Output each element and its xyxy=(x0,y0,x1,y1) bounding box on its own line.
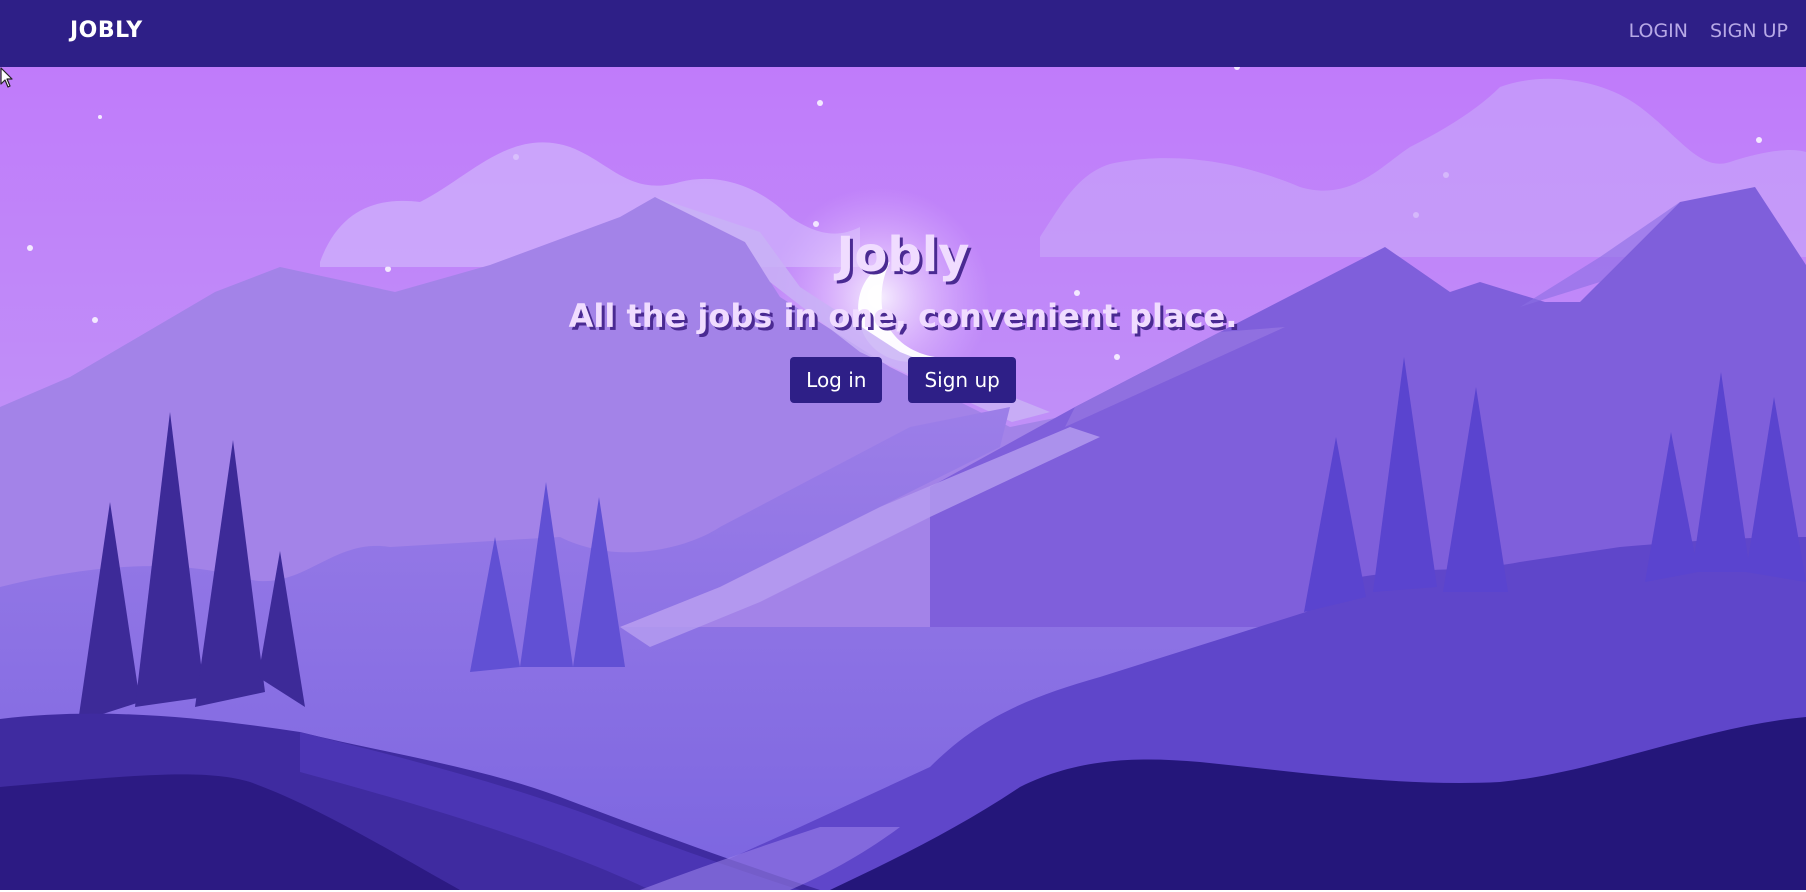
nav-links: LOGIN SIGN UP xyxy=(1629,20,1788,42)
signup-button[interactable]: Sign up xyxy=(908,357,1016,403)
login-button[interactable]: Log in xyxy=(790,357,883,403)
nav-login-link[interactable]: LOGIN xyxy=(1629,20,1688,42)
mountain-landscape-illustration xyxy=(0,67,1806,890)
page-title: Jobly xyxy=(836,227,970,283)
hero-content: Jobly All the jobs in one, convenient pl… xyxy=(0,227,1806,403)
hero-tagline: All the jobs in one, convenient place. xyxy=(568,297,1238,335)
mouse-cursor-icon xyxy=(0,67,13,88)
brand-logo-link[interactable]: JOBLY xyxy=(70,18,143,43)
navbar: JOBLY LOGIN SIGN UP xyxy=(0,0,1806,67)
hero-buttons: Log in Sign up xyxy=(0,357,1806,403)
hero-section: Jobly All the jobs in one, convenient pl… xyxy=(0,67,1806,890)
nav-signup-link[interactable]: SIGN UP xyxy=(1710,20,1788,42)
